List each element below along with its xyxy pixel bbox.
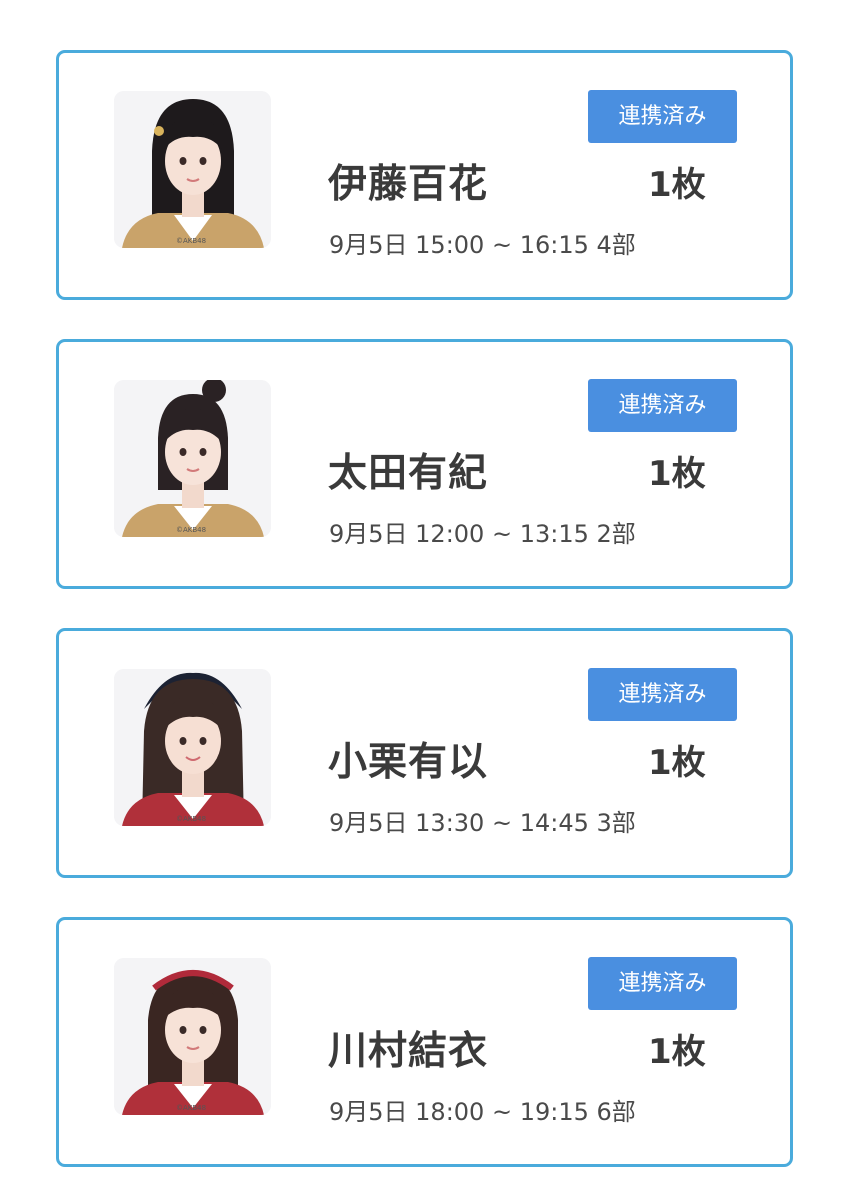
- member-photo: ©AKB48: [114, 669, 271, 826]
- member-photo: ©AKB48: [114, 958, 271, 1115]
- linked-status-badge[interactable]: 連携済み: [588, 379, 737, 432]
- portrait-icon: [114, 669, 271, 826]
- event-time: 9月5日 18:00 ~ 19:15 6部: [329, 1098, 636, 1126]
- ticket-quantity: 1枚: [648, 743, 706, 783]
- ticket-quantity: 1枚: [648, 454, 706, 494]
- member-photo: ©AKB48: [114, 91, 271, 248]
- photo-credit: ©AKB48: [176, 526, 207, 534]
- ticket-card[interactable]: ©AKB48 連携済み 伊藤百花 1枚 9月5日 15:00 ~ 16:15 4…: [56, 50, 793, 300]
- event-time: 9月5日 12:00 ~ 13:15 2部: [329, 520, 636, 548]
- member-photo: ©AKB48: [114, 380, 271, 537]
- portrait-icon: [114, 380, 271, 537]
- ticket-card[interactable]: ©AKB48 連携済み 小栗有以 1枚 9月5日 13:30 ~ 14:45 3…: [56, 628, 793, 878]
- member-name: 川村結衣: [328, 1029, 489, 1074]
- portrait-icon: [114, 91, 271, 248]
- member-name: 太田有紀: [328, 451, 489, 496]
- linked-status-badge[interactable]: 連携済み: [588, 668, 737, 721]
- member-name: 小栗有以: [328, 740, 489, 785]
- ticket-quantity: 1枚: [648, 165, 706, 205]
- event-time: 9月5日 15:00 ~ 16:15 4部: [329, 231, 636, 259]
- linked-status-badge[interactable]: 連携済み: [588, 90, 737, 143]
- ticket-card[interactable]: ©AKB48 連携済み 太田有紀 1枚 9月5日 12:00 ~ 13:15 2…: [56, 339, 793, 589]
- member-name: 伊藤百花: [328, 162, 489, 207]
- ticket-card[interactable]: ©AKB48 連携済み 川村結衣 1枚 9月5日 18:00 ~ 19:15 6…: [56, 917, 793, 1167]
- ticket-quantity: 1枚: [648, 1032, 706, 1072]
- event-time: 9月5日 13:30 ~ 14:45 3部: [329, 809, 636, 837]
- portrait-icon: [114, 958, 271, 1115]
- linked-status-badge[interactable]: 連携済み: [588, 957, 737, 1010]
- photo-credit: ©AKB48: [176, 237, 207, 245]
- photo-credit: ©AKB48: [176, 1104, 207, 1112]
- photo-credit: ©AKB48: [176, 815, 207, 823]
